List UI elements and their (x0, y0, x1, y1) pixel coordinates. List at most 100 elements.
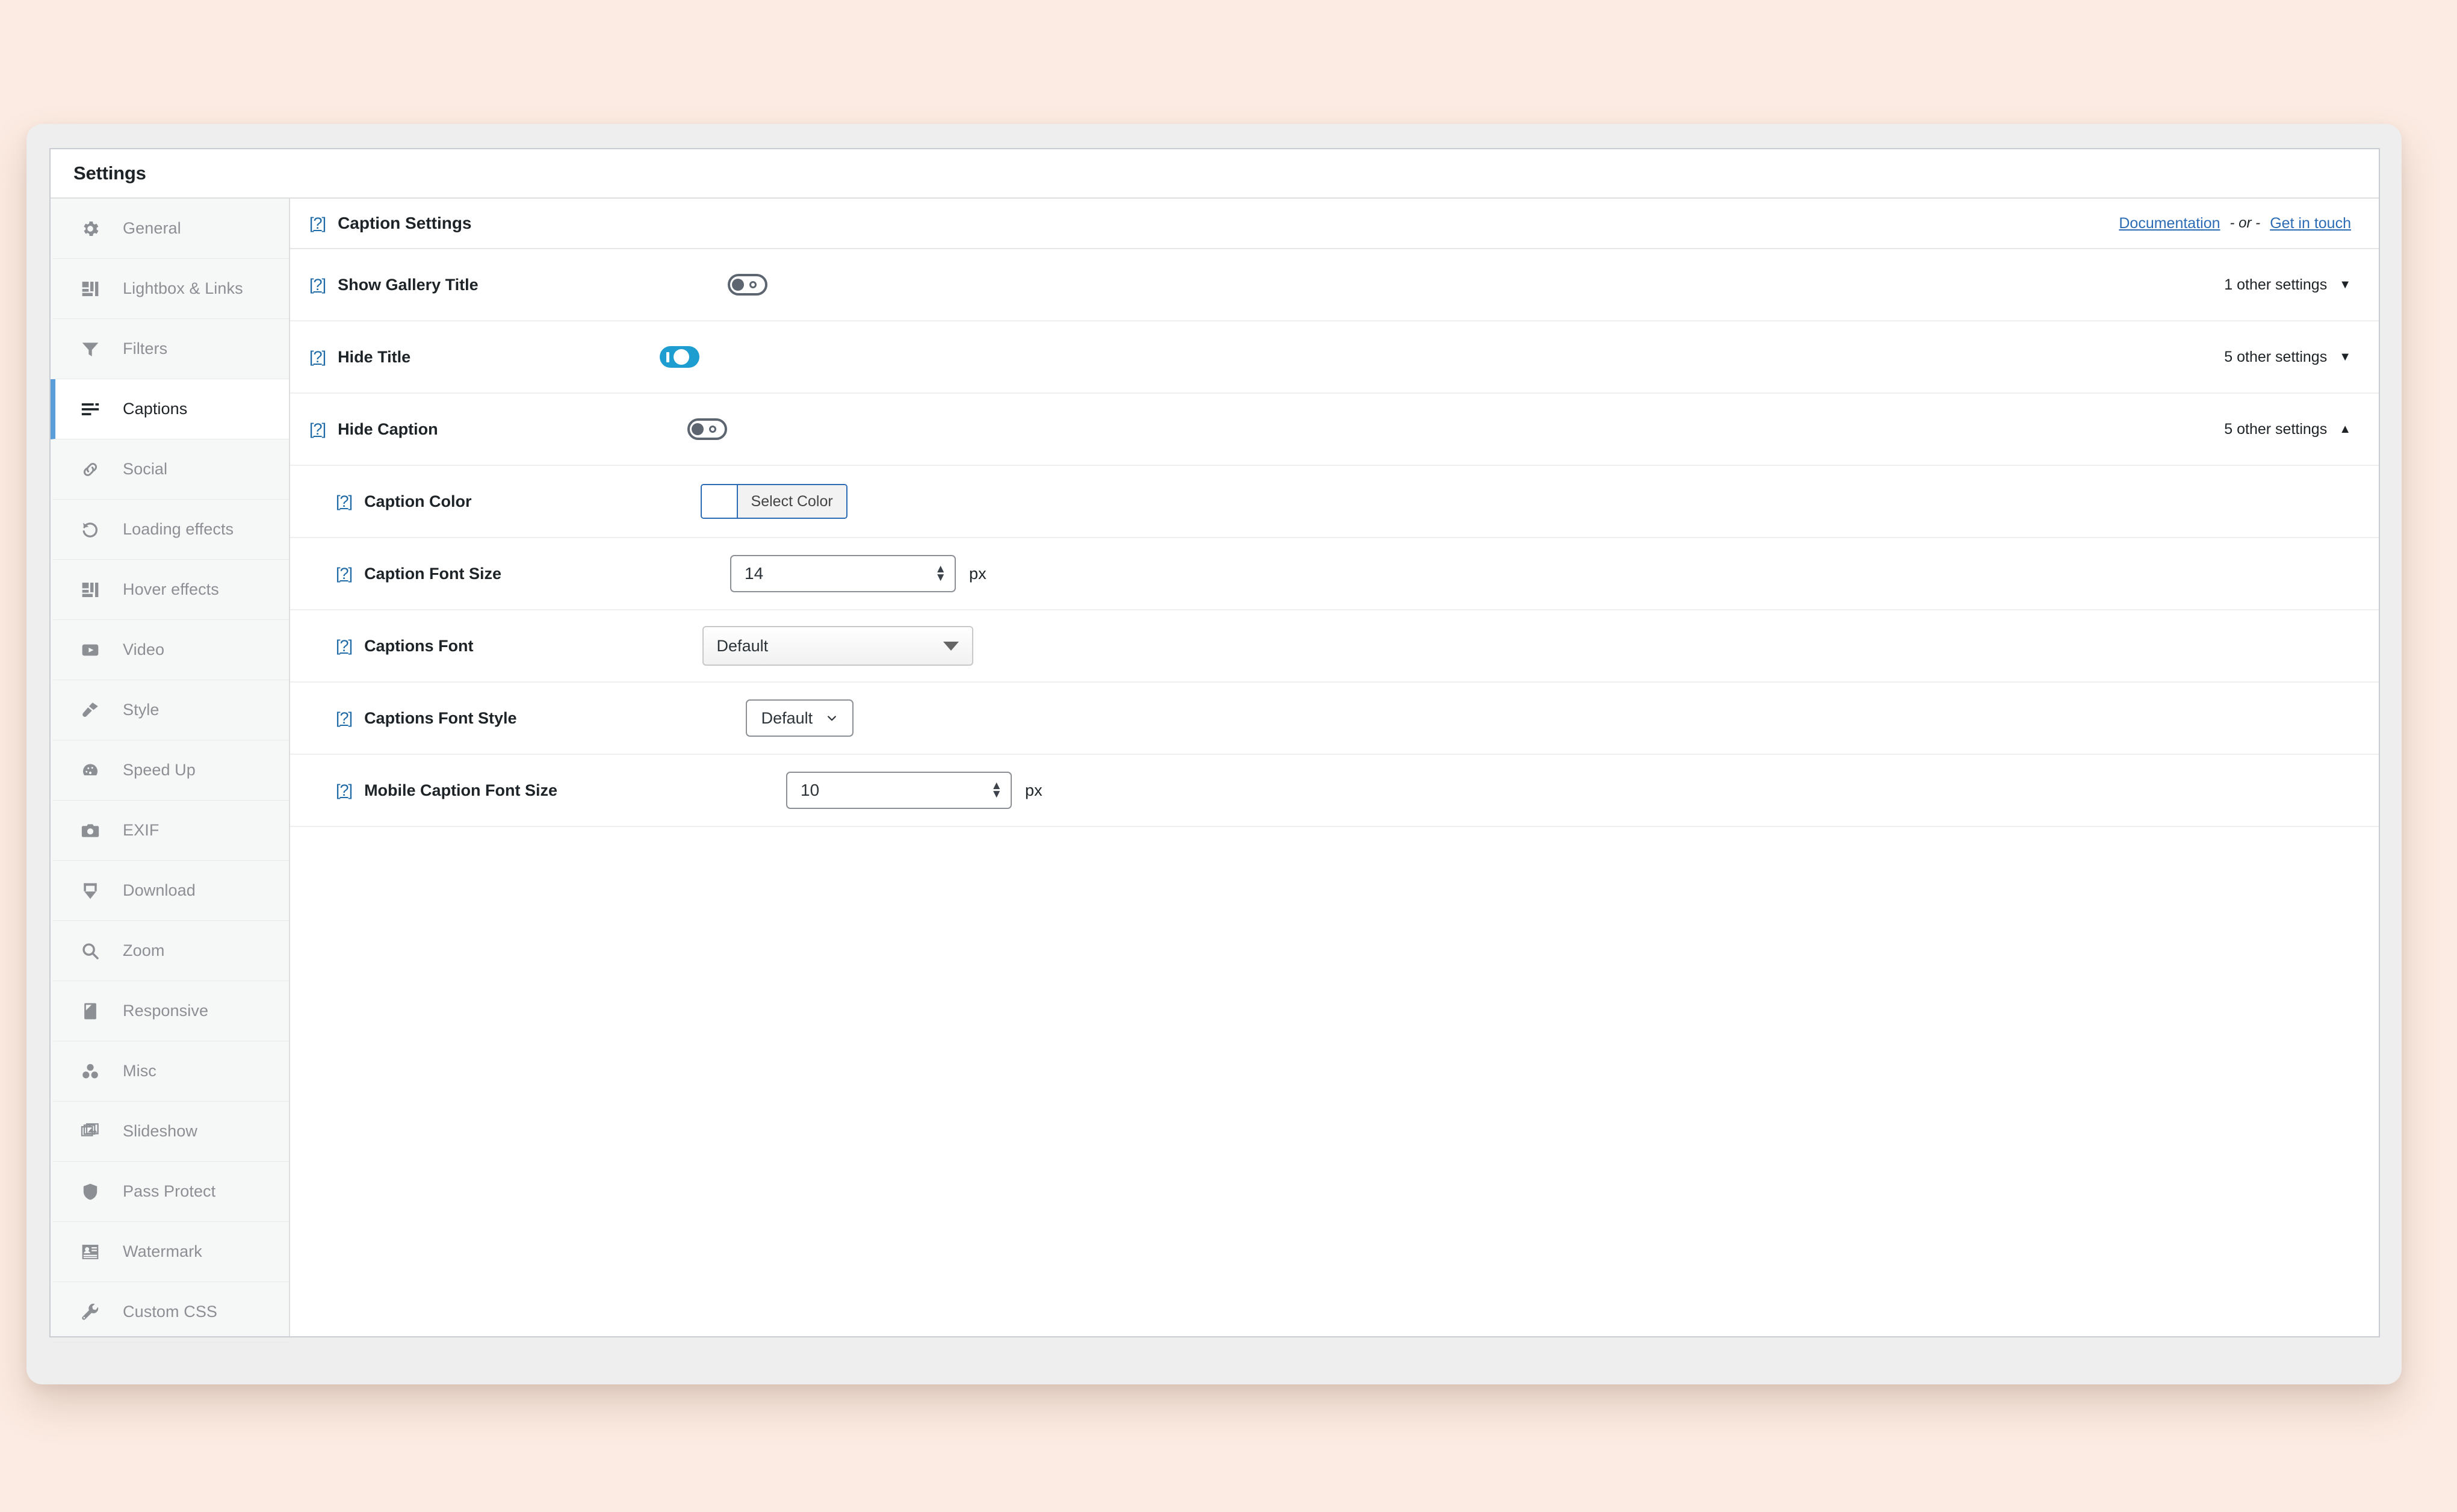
number-stepper[interactable]: ▲ ▼ (991, 780, 1002, 801)
number-stepper[interactable]: ▲ ▼ (935, 563, 946, 584)
help-question-icon[interactable]: [?] (336, 710, 353, 727)
sidebar-item-label: EXIF (123, 821, 160, 839)
setting-label: Captions Font Style (364, 708, 517, 727)
help-question-icon[interactable]: [?] (336, 782, 353, 799)
toggle-hide-title[interactable] (660, 346, 700, 368)
documentation-link[interactable]: Documentation (2119, 215, 2220, 232)
help-question-icon[interactable]: [?] (309, 349, 326, 365)
page-title: Caption Settings (338, 214, 472, 232)
sidebar-item-label: Social (123, 460, 168, 478)
sidebar-item-label: Watermark (123, 1242, 202, 1260)
other-settings-label: 1 other settings (2224, 276, 2328, 293)
sidebar-item-label: General (123, 219, 181, 237)
watermark-icon (78, 1240, 102, 1264)
select-color-button[interactable]: Select Color (737, 485, 846, 518)
help-question-icon[interactable]: [?] (336, 565, 353, 582)
setting-label: Mobile Caption Font Size (364, 781, 558, 799)
control-wrap (687, 418, 727, 440)
toggle-show-gallery-title[interactable] (727, 274, 767, 296)
setting-row-captions-font: [?] Captions Font Default (290, 610, 2379, 683)
chevron-down-icon (826, 712, 838, 724)
app-window: Settings General Lightbox & Links Filters C… (49, 148, 2380, 1342)
sidebar-item-exif[interactable]: EXIF (51, 801, 289, 861)
sidebar-item-captions[interactable]: Captions (51, 379, 289, 439)
setting-label: Caption Font Size (364, 564, 502, 583)
control-wrap: Select Color (700, 484, 847, 519)
setting-label: Caption Color (364, 492, 472, 510)
settings-rows: [?] Show Gallery Title 1 other settings ▼ [?… (290, 249, 2379, 827)
sidebar-item-download[interactable]: Download (51, 861, 289, 921)
help-question-icon[interactable]: [?] (336, 493, 353, 510)
sidebar-item-pass-protect[interactable]: Pass Protect (51, 1162, 289, 1222)
color-picker[interactable]: Select Color (700, 484, 847, 519)
setting-label: Show Gallery Title (338, 275, 479, 294)
mobile-icon (78, 999, 102, 1023)
help-question-icon[interactable]: [?] (309, 421, 326, 438)
sidebar-item-label: Zoom (123, 941, 165, 959)
sidebar-item-general[interactable]: General (51, 199, 289, 259)
other-settings-toggle[interactable]: 5 other settings ▼ (2224, 349, 2351, 366)
layout-icon (78, 277, 102, 301)
download-icon (78, 879, 102, 903)
sidebar-item-filters[interactable]: Filters (51, 319, 289, 379)
unit-label: px (1025, 781, 1043, 799)
setting-row-hide-caption: [?] Hide Caption 5 other settings ▲ (290, 394, 2379, 466)
sidebar-item-responsive[interactable]: Responsive (51, 981, 289, 1041)
setting-label: Hide Title (338, 347, 411, 366)
camera-icon (78, 819, 102, 843)
setting-label: Hide Caption (338, 420, 438, 438)
help-question-icon[interactable]: [?] (309, 276, 326, 293)
unit-label: px (969, 564, 987, 583)
sidebar-item-video[interactable]: Video (51, 620, 289, 680)
images-stack-icon (78, 1120, 102, 1144)
sidebar-item-label: Slideshow (123, 1122, 197, 1140)
number-value: 14 (745, 564, 764, 583)
control-wrap (727, 274, 767, 296)
stepper-down-icon[interactable]: ▼ (991, 789, 1002, 800)
number-input-mobile-caption-font-size[interactable]: 10 ▲ ▼ (786, 772, 1012, 809)
other-settings-toggle[interactable]: 5 other settings ▲ (2224, 421, 2351, 438)
funnel-icon (78, 337, 102, 361)
link-chain-icon (78, 457, 102, 482)
help-question-icon[interactable]: [?] (309, 215, 326, 232)
caption-lines-icon (78, 397, 102, 421)
sidebar-item-style[interactable]: Style (51, 680, 289, 740)
toggle-off-ring (708, 426, 716, 433)
sidebar-item-social[interactable]: Social (51, 439, 289, 500)
color-swatch[interactable] (701, 485, 738, 518)
toggle-knob (731, 279, 744, 291)
sidebar-item-label: Speed Up (123, 761, 196, 779)
other-settings-toggle[interactable]: 1 other settings ▼ (2224, 276, 2351, 294)
sidebar-item-label: Captions (123, 400, 188, 418)
toggle-hide-caption[interactable] (687, 418, 727, 440)
sidebar-item-watermark[interactable]: Watermark (51, 1222, 289, 1282)
sidebar-item-lightbox-links[interactable]: Lightbox & Links (51, 259, 289, 319)
refresh-icon (78, 518, 102, 542)
sidebar-item-slideshow[interactable]: Slideshow (51, 1101, 289, 1162)
sidebar-item-loading-effects[interactable]: Loading effects (51, 500, 289, 560)
chevron-down-icon (943, 641, 959, 651)
number-input-caption-font-size[interactable]: 14 ▲ ▼ (730, 555, 956, 592)
sidebar-item-custom-css[interactable]: Custom CSS (51, 1282, 289, 1342)
sidebar-item-zoom[interactable]: Zoom (51, 921, 289, 981)
sidebar-item-hover-effects[interactable]: Hover effects (51, 560, 289, 620)
toggle-knob (674, 349, 690, 365)
select-captions-font-style[interactable]: Default (745, 699, 854, 737)
number-value: 10 (801, 781, 820, 799)
stepper-down-icon[interactable]: ▼ (935, 572, 946, 583)
help-question-icon[interactable]: [?] (336, 637, 353, 654)
setting-label: Captions Font (364, 636, 474, 655)
dropdown-captions-font[interactable]: Default (702, 626, 973, 666)
select-value: Default (761, 708, 813, 727)
sidebar-item-speed-up[interactable]: Speed Up (51, 740, 289, 801)
get-in-touch-link[interactable]: Get in touch (2270, 215, 2351, 232)
sidebar-item-label: Filters (123, 339, 168, 358)
sidebar-item-label: Misc (123, 1062, 156, 1080)
chevron-up-icon: ▲ (2339, 423, 2351, 436)
sidebar-item-label: Video (123, 640, 165, 658)
setting-row-captions-font-style: [?] Captions Font Style Default (290, 683, 2379, 755)
sidebar-item-misc[interactable]: Misc (51, 1041, 289, 1101)
sidebar-item-label: Style (123, 701, 160, 719)
layout-icon (78, 578, 102, 602)
dots-cluster-icon (78, 1059, 102, 1083)
